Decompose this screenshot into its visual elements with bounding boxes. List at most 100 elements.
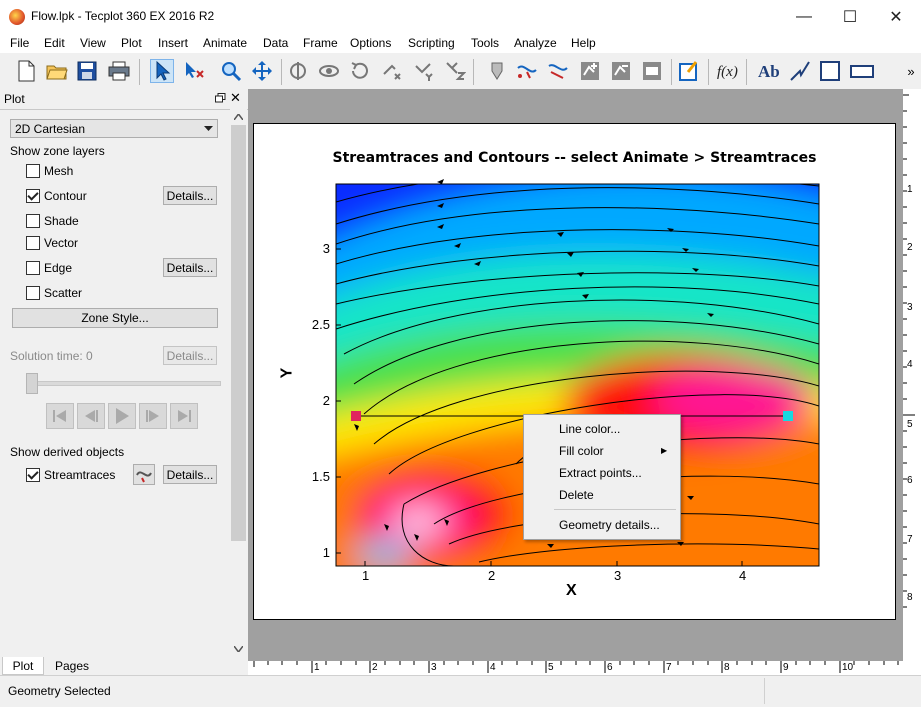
rotate-y-icon[interactable] [412, 59, 436, 83]
skip-to-start-icon[interactable] [46, 403, 74, 429]
horizontal-ruler: 1 2 3 4 5 6 7 8 9 10 [248, 661, 903, 675]
solution-time-details-button[interactable]: Details... [163, 346, 217, 365]
time-slider-thumb[interactable] [26, 373, 38, 394]
mesh-checkbox[interactable] [26, 164, 40, 178]
time-slider-track[interactable] [26, 381, 221, 386]
rotate-rollerball-icon[interactable] [317, 59, 341, 83]
streamtraces-checkbox[interactable] [26, 468, 40, 482]
scrollbar-thumb[interactable] [231, 125, 246, 541]
shade-checkbox[interactable] [26, 214, 40, 228]
scroll-up-icon[interactable] [234, 114, 243, 120]
toolbar-separator [708, 59, 709, 85]
ruler-label: 6 [907, 475, 913, 486]
plot-type-select[interactable]: 2D Cartesian [10, 119, 218, 138]
contour-label-icon[interactable] [640, 59, 664, 83]
translate-icon[interactable] [250, 59, 274, 83]
geometry-context-menu: Line color... Fill color ▶ Extract point… [523, 414, 681, 540]
contour-details-button[interactable]: Details... [163, 186, 217, 205]
zone-style-button[interactable]: Zone Style... [12, 308, 218, 328]
toolbar: f(x) Ab » [0, 53, 921, 90]
add-streamtrace-icon[interactable] [515, 59, 539, 83]
ruler-label: 2 [372, 662, 378, 673]
geometry-end-handle[interactable] [783, 411, 793, 421]
save-icon[interactable] [75, 59, 99, 83]
menu-plot[interactable]: Plot [121, 36, 142, 50]
selector-arrow-icon[interactable] [150, 59, 174, 83]
toolbar-overflow-chevron-icon[interactable]: » [899, 59, 921, 83]
skip-to-end-icon[interactable] [170, 403, 198, 429]
menu-item-delete[interactable]: Delete [559, 488, 594, 502]
new-file-icon[interactable] [14, 59, 38, 83]
y-axis-label: Y [278, 367, 296, 379]
edge-details-button[interactable]: Details... [163, 258, 217, 277]
add-streamtrace-rake-icon[interactable] [546, 59, 570, 83]
menu-view[interactable]: View [80, 36, 106, 50]
menu-animate[interactable]: Animate [203, 36, 247, 50]
menu-analyze[interactable]: Analyze [514, 36, 557, 50]
close-button[interactable]: ✕ [873, 0, 919, 33]
square-tool-icon[interactable] [818, 59, 842, 83]
menu-frame[interactable]: Frame [303, 36, 338, 50]
rotate-twist-icon[interactable] [348, 59, 372, 83]
polyline-tool-icon[interactable] [788, 59, 812, 83]
title-bar: Flow.lpk - Tecplot 360 EX 2016 R2 — ☐ ✕ [0, 0, 921, 33]
menu-file[interactable]: File [10, 36, 29, 50]
probe-icon[interactable] [485, 59, 509, 83]
contour-checkbox[interactable] [26, 189, 40, 203]
ruler-label: 2 [907, 242, 913, 253]
scatter-checkbox[interactable] [26, 286, 40, 300]
menu-options[interactable]: Options [350, 36, 391, 50]
plot-type-value: 2D Cartesian [15, 122, 86, 136]
tecplot-app-icon [9, 9, 25, 25]
streamtraces-details-button[interactable]: Details... [163, 465, 217, 484]
step-back-icon[interactable] [77, 403, 105, 429]
y-tick-label: 3 [322, 241, 330, 256]
add-contour-level-icon[interactable] [578, 59, 602, 83]
vector-checkbox[interactable] [26, 236, 40, 250]
plot-frame[interactable]: Streamtraces and Contours -- select Anim… [253, 123, 896, 620]
toolbar-separator [281, 59, 282, 85]
rotate-x-icon[interactable] [380, 59, 404, 83]
menu-item-extract-points[interactable]: Extract points... [559, 466, 642, 480]
menu-item-fill-color[interactable]: Fill color [559, 444, 604, 458]
menu-insert[interactable]: Insert [158, 36, 188, 50]
ruler-label: 8 [724, 662, 730, 673]
play-icon[interactable] [108, 403, 136, 429]
menu-scripting[interactable]: Scripting [408, 36, 455, 50]
menu-data[interactable]: Data [263, 36, 288, 50]
sidebar-scrollbar[interactable] [230, 109, 247, 657]
scroll-down-icon[interactable] [234, 646, 243, 652]
streamtrace-tool-icon[interactable] [133, 464, 155, 485]
minimize-button[interactable]: — [781, 0, 827, 33]
rotate-spherical-icon[interactable] [286, 59, 310, 83]
menu-help[interactable]: Help [571, 36, 596, 50]
maximize-button[interactable]: ☐ [827, 0, 873, 33]
tab-plot[interactable]: Plot [2, 657, 44, 675]
undock-icon[interactable] [215, 92, 226, 103]
plot-area[interactable] [254, 124, 897, 621]
contour-label: Contour [44, 189, 87, 203]
menu-item-line-color[interactable]: Line color... [559, 422, 620, 436]
open-file-icon[interactable] [45, 59, 69, 83]
text-tool-icon[interactable]: Ab [757, 59, 781, 83]
menu-edit[interactable]: Edit [44, 36, 65, 50]
tab-pages[interactable]: Pages [46, 657, 98, 675]
geometry-start-handle[interactable] [351, 411, 361, 421]
rectangle-tool-icon[interactable] [850, 59, 874, 83]
adjustor-arrow-icon[interactable] [182, 59, 206, 83]
ruler-label: 8 [907, 592, 913, 603]
menu-tools[interactable]: Tools [471, 36, 499, 50]
ruler-label: 3 [431, 662, 437, 673]
formula-icon[interactable]: f(x) [716, 59, 740, 83]
remove-contour-level-icon[interactable] [609, 59, 633, 83]
step-forward-icon[interactable] [139, 403, 167, 429]
menu-item-geometry-details[interactable]: Geometry details... [559, 518, 660, 532]
edge-checkbox[interactable] [26, 261, 40, 275]
sidebar-close-icon[interactable]: ✕ [230, 90, 241, 106]
print-icon[interactable] [107, 59, 131, 83]
x-axis-label: X [566, 582, 577, 599]
slice-icon[interactable] [677, 59, 701, 83]
zone-layers-label: Show zone layers [10, 144, 105, 158]
rotate-z-icon[interactable] [443, 59, 467, 83]
zoom-icon[interactable] [219, 59, 243, 83]
